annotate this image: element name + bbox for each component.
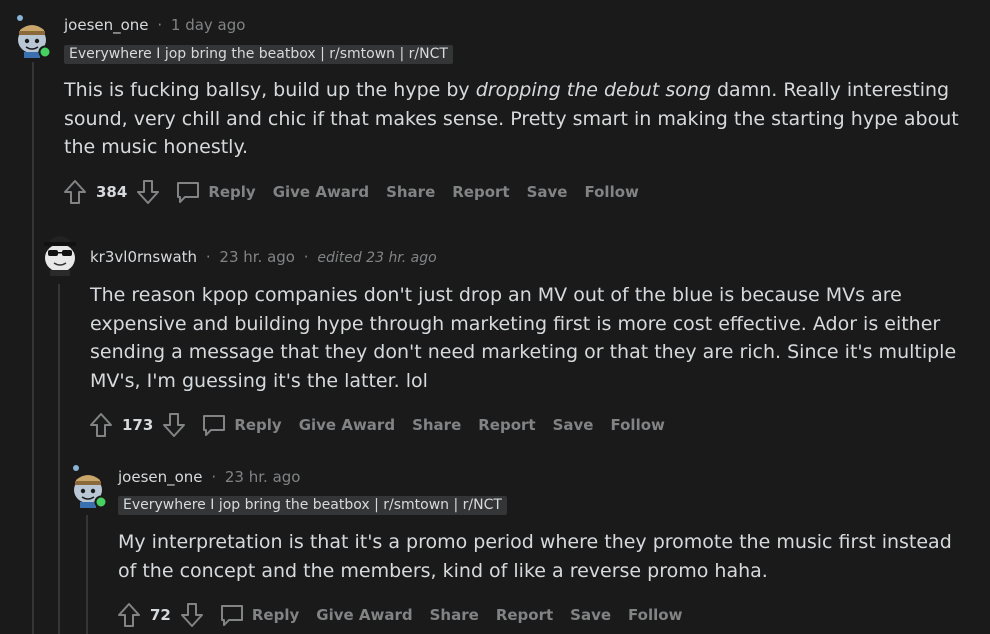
comment-actions: 72 Reply Give Award Share Report Save Fo… xyxy=(116,600,682,630)
avatar[interactable] xyxy=(70,464,108,509)
avatar[interactable] xyxy=(14,14,52,59)
save-button[interactable]: Save xyxy=(553,416,594,434)
report-button[interactable]: Report xyxy=(452,183,509,201)
upvote-icon[interactable] xyxy=(116,601,142,629)
comment-body: This is fucking ballsy, build up the hyp… xyxy=(64,76,964,162)
downvote-icon[interactable] xyxy=(135,178,161,206)
reply-button[interactable]: Reply xyxy=(201,412,282,438)
user-flair: Everywhere I jop bring the beatbox | r/s… xyxy=(64,45,453,64)
share-button[interactable]: Share xyxy=(430,606,479,624)
give-award-button[interactable]: Give Award xyxy=(273,183,369,201)
comment-actions: 173 Reply Give Award Share Report Save F… xyxy=(88,410,665,440)
vote-count: 384 xyxy=(96,183,128,201)
separator: · xyxy=(157,16,163,34)
thread-line[interactable] xyxy=(32,62,34,634)
share-button[interactable]: Share xyxy=(412,416,461,434)
reply-label: Reply xyxy=(234,416,282,434)
save-button[interactable]: Save xyxy=(527,183,568,201)
timestamp[interactable]: 23 hr. ago xyxy=(225,468,301,486)
separator: · xyxy=(211,468,217,486)
follow-button[interactable]: Follow xyxy=(584,183,638,201)
comment-text-italic: dropping the debut song xyxy=(475,79,711,101)
comment-header: kr3vl0rnswath · 23 hr. ago · edited 23 h… xyxy=(90,248,437,266)
comment-text: This is fucking ballsy, build up the hyp… xyxy=(64,79,476,101)
comment-bubble-icon xyxy=(203,415,226,436)
separator: · xyxy=(303,248,309,266)
share-button[interactable]: Share xyxy=(386,183,435,201)
upvote-icon[interactable] xyxy=(62,178,88,206)
thread-line[interactable] xyxy=(86,515,88,634)
username[interactable]: joesen_one xyxy=(118,468,203,486)
give-award-button[interactable]: Give Award xyxy=(299,416,395,434)
upvote-icon[interactable] xyxy=(88,411,114,439)
username[interactable]: kr3vl0rnswath xyxy=(90,248,197,266)
timestamp[interactable]: 23 hr. ago xyxy=(219,248,295,266)
username[interactable]: joesen_one xyxy=(64,16,149,34)
vote-count: 72 xyxy=(150,606,171,624)
comment-bubble-icon xyxy=(177,182,200,203)
comment-body: My interpretation is that it's a promo p… xyxy=(118,531,952,582)
vote-count: 173 xyxy=(122,416,154,434)
timestamp[interactable]: 1 day ago xyxy=(171,16,246,34)
avatar[interactable] xyxy=(40,230,76,276)
follow-button[interactable]: Follow xyxy=(628,606,682,624)
separator: · xyxy=(205,248,211,266)
comment-body: The reason kpop companies don't just dro… xyxy=(90,284,957,392)
give-award-button[interactable]: Give Award xyxy=(316,606,412,624)
edited-label: edited 23 hr. ago xyxy=(317,250,437,266)
reply-label: Reply xyxy=(251,606,300,624)
save-button[interactable]: Save xyxy=(570,606,611,624)
report-button[interactable]: Report xyxy=(496,606,553,624)
user-flair: Everywhere I jop bring the beatbox | r/s… xyxy=(118,496,507,515)
downvote-icon[interactable] xyxy=(161,411,187,439)
reply-label: Reply xyxy=(208,183,256,201)
comment-actions: 384 Reply Give Award Share Report Save F… xyxy=(62,177,639,207)
follow-button[interactable]: Follow xyxy=(610,416,664,434)
report-button[interactable]: Report xyxy=(478,416,535,434)
comment-header: joesen_one · 1 day ago xyxy=(64,16,245,34)
comment-header: joesen_one · 23 hr. ago xyxy=(118,468,300,486)
comment-bubble-icon xyxy=(220,605,243,626)
thread-line[interactable] xyxy=(58,284,60,634)
reply-button[interactable]: Reply xyxy=(219,602,299,628)
downvote-icon[interactable] xyxy=(179,601,205,629)
reply-button[interactable]: Reply xyxy=(175,179,256,205)
